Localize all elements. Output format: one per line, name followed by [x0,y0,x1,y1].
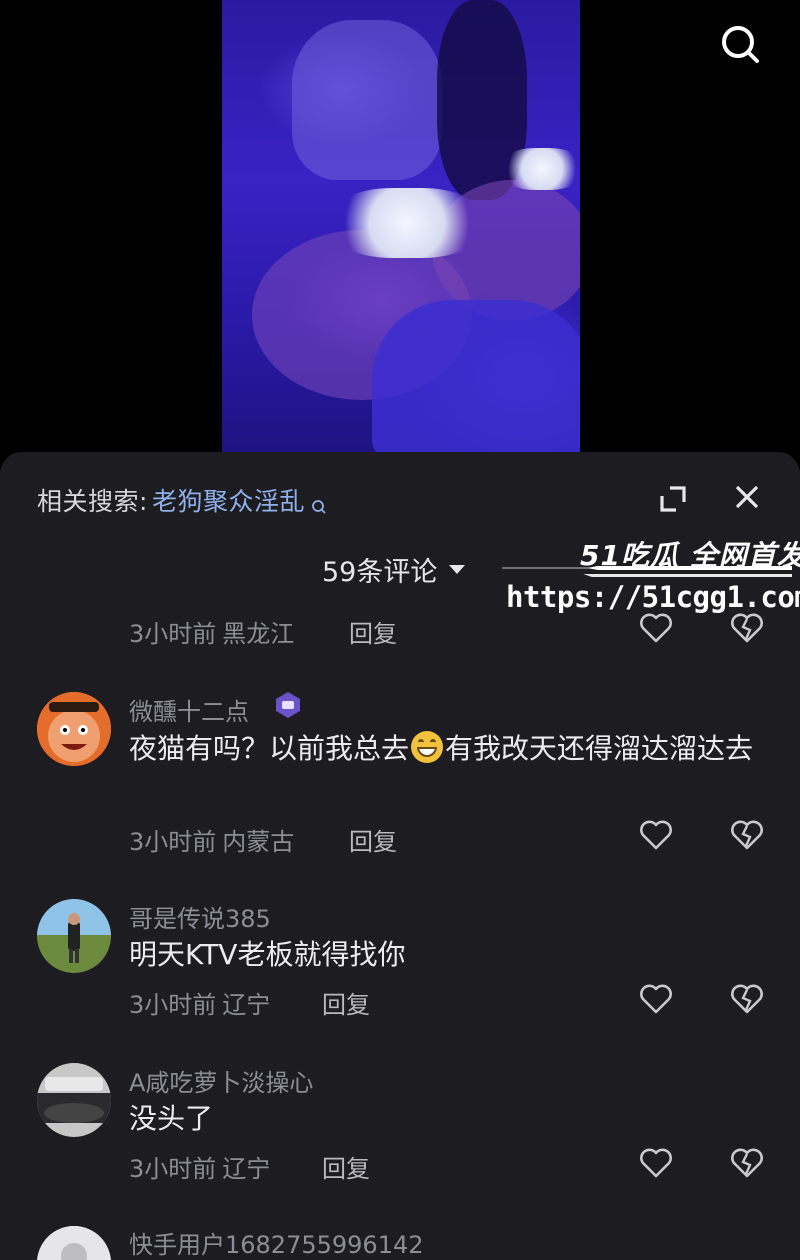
user-badge-icon [274,691,302,719]
comment-time: 3小时前 [129,991,217,1019]
broken-heart-icon[interactable] [730,612,764,644]
comment-text: 没头了 [129,1102,214,1135]
reply-button[interactable]: 回复 [322,985,370,1020]
heart-outline-icon[interactable] [639,612,673,644]
comment-text-part: 夜猫有吗？以前我总去 [129,732,410,765]
comment-sort-dropdown[interactable]: 59条评论 [322,550,466,589]
comment-username[interactable]: 快手用户1682755996142 [129,1225,424,1260]
comment-text: 明天KTV老板就得找你 [129,938,406,971]
comment-username[interactable]: 哥是传说385 [129,899,271,934]
watermark-url: https://51cgg1.com [506,580,800,614]
avatar[interactable] [37,692,111,766]
video-figure [292,20,442,180]
caret-down-icon [449,565,466,574]
video-player[interactable] [0,0,800,470]
close-icon[interactable] [732,482,762,512]
avatar[interactable] [37,1226,111,1260]
comment-location: 辽宁 [222,991,271,1019]
search-icon [311,492,327,514]
comment-time: 3小时前 [129,828,217,856]
comment-text-part: 有我改天还得溜达溜达去 [445,732,754,765]
watermark-line [502,574,792,577]
reply-button[interactable]: 回复 [322,1149,370,1184]
comment-meta: 3小时前 内蒙古 [129,822,294,857]
broken-heart-icon[interactable] [730,819,764,851]
grin-emoji-icon [411,731,444,763]
broken-heart-icon[interactable] [730,1147,764,1179]
comment-meta: 3小时前 黑龙江 [129,614,294,649]
heart-outline-icon[interactable] [639,819,673,851]
search-icon[interactable] [718,22,762,66]
reply-button[interactable]: 回复 [349,614,397,649]
comment-meta: 3小时前 辽宁 [129,985,270,1020]
related-search-term[interactable]: 老狗聚众淫乱 [152,482,305,518]
comment-time: 3小时前 [129,620,217,648]
comment-location: 内蒙古 [222,828,295,856]
comment-meta: 3小时前 辽宁 [129,1149,270,1184]
comment-time: 3小时前 [129,1155,217,1183]
comment-username[interactable]: 微醺十二点 [129,692,249,727]
watermark: 51吃瓜 全网首发 https://51cgg1.com [498,526,800,618]
comment-username[interactable]: A咸吃萝卜淡操心 [129,1063,313,1098]
related-search[interactable]: 相关搜索: 老狗聚众淫乱 [37,482,327,518]
heart-outline-icon[interactable] [639,983,673,1015]
video-couch [372,300,580,452]
watermark-line [502,566,792,570]
comment-location: 黑龙江 [222,620,295,648]
comment-location: 辽宁 [222,1155,271,1183]
reply-button[interactable]: 回复 [349,822,397,857]
blur-sticker [332,188,482,258]
video-frame[interactable] [222,0,580,452]
expand-icon[interactable] [656,482,690,516]
broken-heart-icon[interactable] [730,983,764,1015]
heart-outline-icon[interactable] [639,1147,673,1179]
blur-sticker [502,148,580,190]
comment-text: 夜猫有吗？以前我总去 有我改天还得溜达溜达去 [129,726,769,771]
comment-count: 59条评论 [322,557,438,588]
comment-panel: 相关搜索: 老狗聚众淫乱 59条评论 51吃瓜 全网首发 https://51c… [0,452,800,1260]
avatar[interactable] [37,899,111,973]
related-search-label: 相关搜索: [37,487,148,516]
avatar[interactable] [37,1063,111,1137]
